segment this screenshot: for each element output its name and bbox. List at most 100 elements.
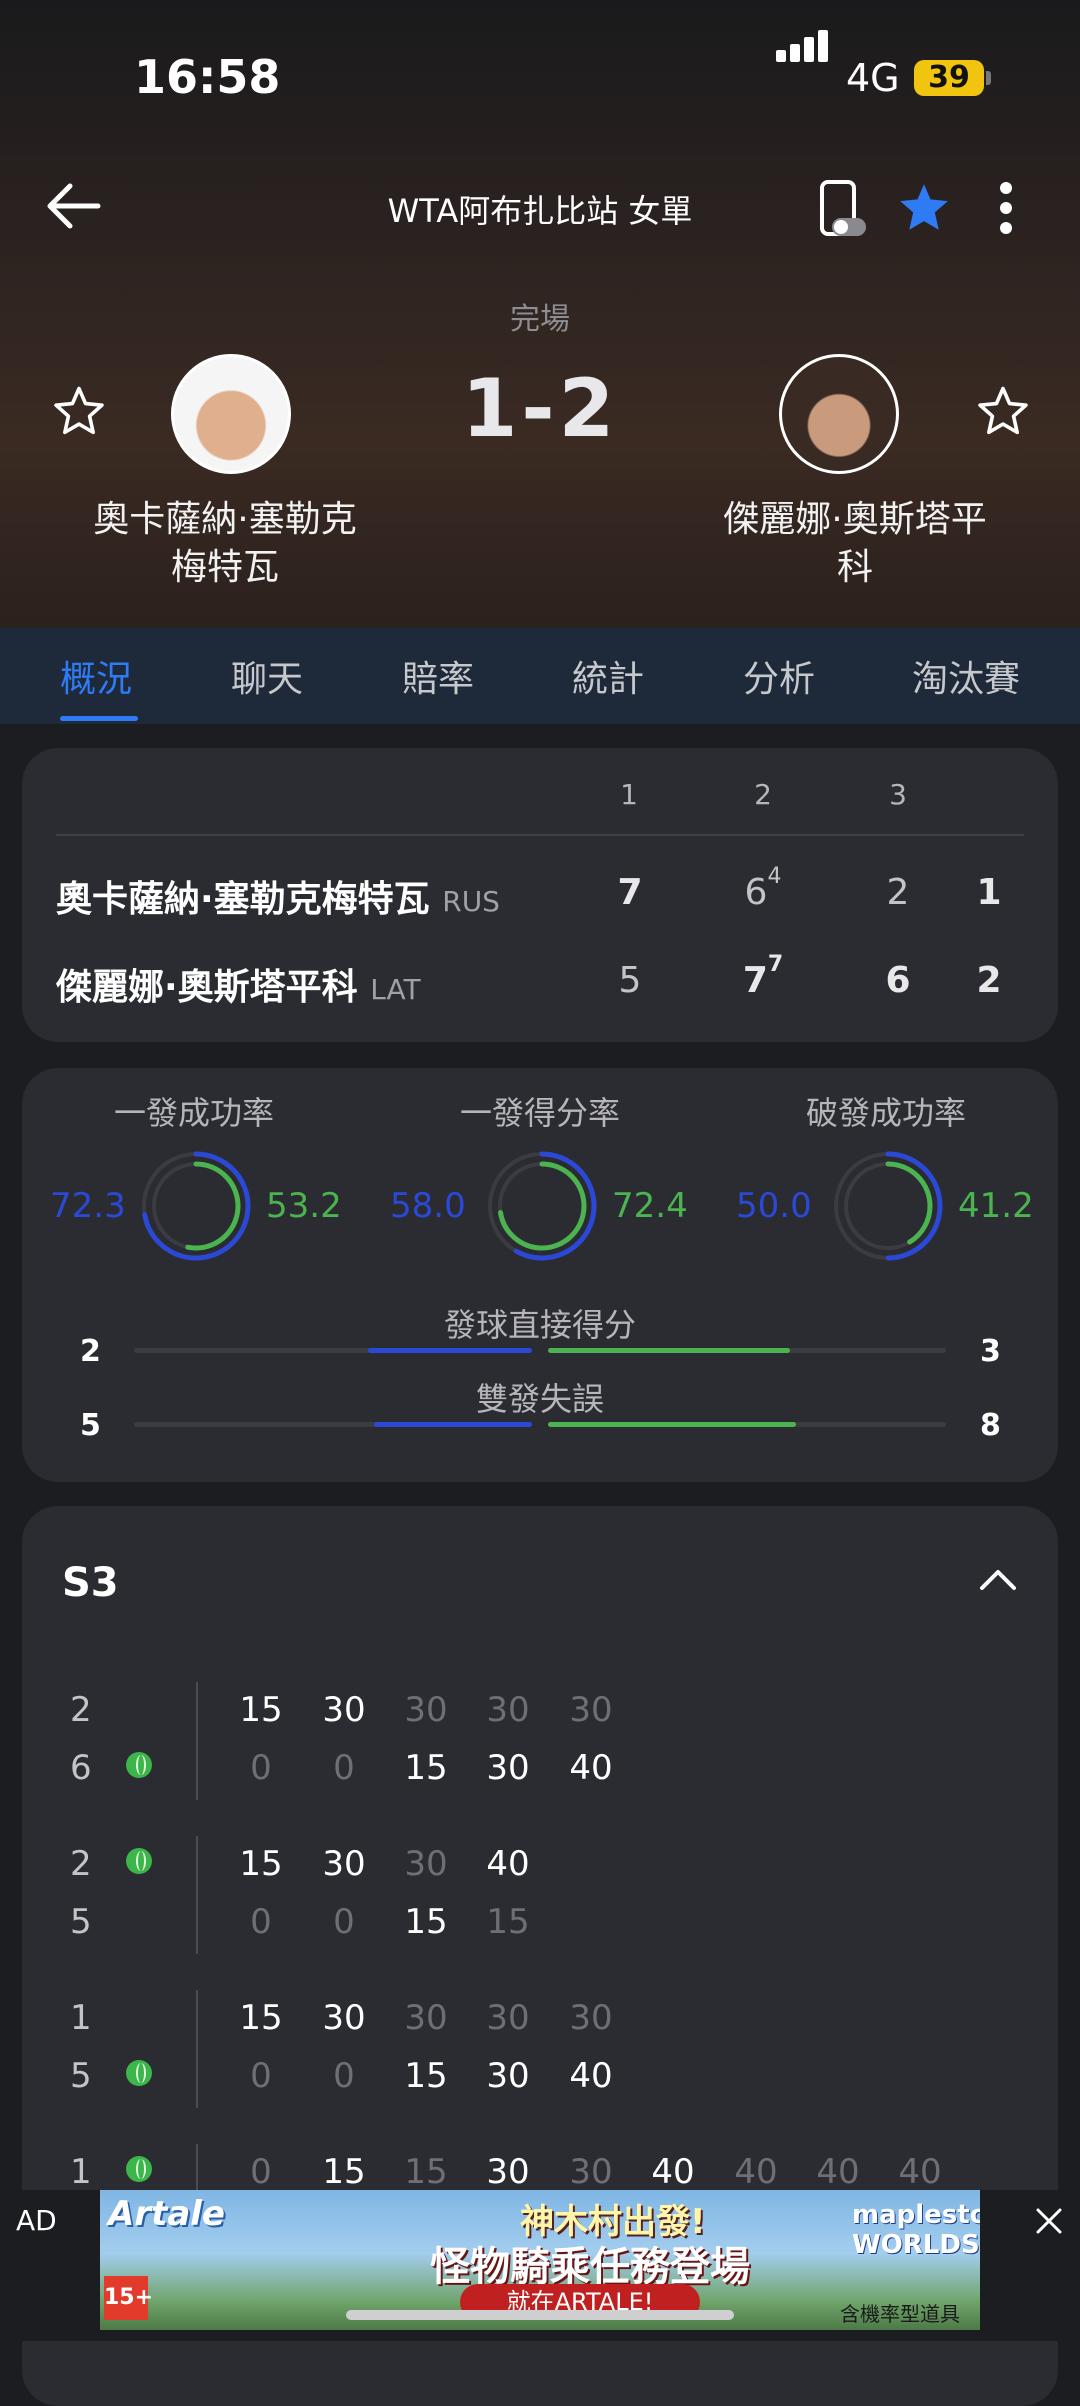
tab-stats[interactable]: 統計 <box>572 650 644 702</box>
tennis-ball-icon <box>126 1848 152 1874</box>
set-header-2: 2 <box>754 778 772 811</box>
row-left-set2-games: 6 <box>744 872 768 913</box>
game4-pt2: 15 <box>322 2152 366 2192</box>
game3-divider <box>196 1990 198 2108</box>
game3-bottom-pt2: 0 <box>333 2056 355 2096</box>
tab-analysis[interactable]: 分析 <box>743 650 815 702</box>
scoreboard-divider <box>56 834 1024 836</box>
game2-top-pt4: 40 <box>486 1844 530 1884</box>
row-right-set3: 6 <box>885 960 911 1001</box>
row-right-set2-games: 7 <box>742 960 768 1001</box>
df-left-fill <box>374 1422 532 1427</box>
game4-divider <box>196 2144 198 2190</box>
game1-bottom-score: 6 <box>70 1748 92 1788</box>
game2-bottom-pt2: 0 <box>333 1902 355 1942</box>
row-left-set2-tiebreak: 4 <box>767 864 782 889</box>
game1-bottom-pt2: 0 <box>333 1748 355 1788</box>
ad-label: AD <box>16 2204 57 2237</box>
game2-top-pt2: 30 <box>322 1844 366 1884</box>
favorite-star-icon[interactable] <box>898 182 950 236</box>
network-type: 4G <box>846 56 900 100</box>
stat3-left-value: 50.0 <box>736 1186 812 1226</box>
stat2-right-value: 72.4 <box>612 1186 688 1226</box>
follow-right-star-icon[interactable] <box>976 385 1030 441</box>
game4-pt9: 40 <box>898 2152 942 2192</box>
player-right-avatar[interactable] <box>779 354 899 474</box>
row-left-set2: 64 <box>733 864 793 913</box>
game2-bottom-score: 5 <box>70 1902 92 1942</box>
set-header-1: 1 <box>620 778 638 811</box>
stat-label-break-points: 破發成功率 <box>805 1094 966 1132</box>
df-right-fill <box>548 1422 796 1427</box>
game1-top-pt2: 30 <box>322 1690 366 1730</box>
close-icon[interactable] <box>1034 2206 1064 2240</box>
ad-image[interactable]: Artale 神木村出發! 怪物騎乘任務登場 就在ARTALE! maplest… <box>100 2190 980 2330</box>
df-left-value: 5 <box>80 1408 101 1443</box>
ad-brand: Artale <box>108 2194 225 2234</box>
stat3-right-value: 41.2 <box>958 1186 1034 1226</box>
set-detail-title: S3 <box>62 1560 119 1606</box>
game4-pt8: 40 <box>816 2152 860 2192</box>
ad-fine-print: 含機率型道具 <box>840 2302 960 2326</box>
match-score: 1-2 <box>461 362 619 455</box>
tab-overview[interactable]: 概況 <box>60 650 132 702</box>
stat-label-first-serve-in: 一發成功率 <box>113 1094 274 1132</box>
df-right-value: 8 <box>980 1408 1001 1443</box>
back-arrow-icon[interactable] <box>42 176 112 236</box>
player-left-name[interactable]: 奧卡薩納·塞勒克 梅特瓦 <box>70 496 380 592</box>
chevron-up-icon[interactable] <box>978 1568 1018 1596</box>
player-right-name-line2: 科 <box>836 547 873 588</box>
ad-brand-logo: maplestory WORLDS <box>852 2200 980 2260</box>
row-right-set1: 5 <box>618 960 642 1001</box>
home-indicator <box>346 2310 734 2320</box>
game3-bottom-pt5: 40 <box>569 2056 613 2096</box>
player-left-name-line1: 奧卡薩納·塞勒克 <box>93 499 357 540</box>
game3-top-pt3: 30 <box>404 1998 448 2038</box>
more-menu-icon[interactable] <box>994 180 1018 240</box>
game3-bottom-pt3: 15 <box>404 2056 448 2096</box>
row-left-country: RUS <box>442 885 500 918</box>
bar-label-double-faults: 雙發失誤 <box>475 1380 604 1418</box>
battery-tip <box>986 71 991 85</box>
game1-top-pt4: 30 <box>486 1690 530 1730</box>
game3-top-pt5: 30 <box>569 1998 613 2038</box>
tab-odds[interactable]: 賠率 <box>402 650 474 702</box>
player-left-avatar[interactable] <box>171 354 291 474</box>
game3-bottom-pt4: 30 <box>486 2056 530 2096</box>
stat1-ring-chart <box>141 1151 251 1261</box>
game3-top-pt4: 30 <box>486 1998 530 2038</box>
stat1-left-value: 72.3 <box>50 1186 126 1226</box>
game1-divider <box>196 1682 198 1800</box>
game2-top-pt3: 30 <box>404 1844 448 1884</box>
game4-pt3: 15 <box>404 2152 448 2192</box>
row-right-set2: 77 <box>733 952 793 1001</box>
stat2-ring-chart <box>487 1151 597 1261</box>
stat2-left-value: 58.0 <box>390 1186 466 1226</box>
game2-top-score: 2 <box>70 1844 92 1884</box>
game1-top-pt1: 15 <box>239 1690 283 1730</box>
game2-bottom-pt4: 15 <box>486 1902 530 1942</box>
tab-knockout[interactable]: 淘汰賽 <box>912 650 1020 702</box>
game2-bottom-pt1: 0 <box>250 1902 272 1942</box>
tab-chat[interactable]: 聊天 <box>231 650 303 702</box>
tennis-ball-icon <box>126 2156 152 2182</box>
tab-bar: 概況 聊天 賠率 統計 分析 淘汰賽 <box>0 628 1080 724</box>
game1-bottom-pt1: 0 <box>250 1748 272 1788</box>
game1-bottom-pt3: 15 <box>404 1748 448 1788</box>
bar-label-aces: 發球直接得分 <box>443 1306 636 1344</box>
scoreboard-row-left-name: 奧卡薩納·塞勒克梅特瓦 RUS <box>56 870 500 922</box>
row-left-player: 奧卡薩納·塞勒克梅特瓦 <box>56 879 430 920</box>
phone-toggle-icon[interactable] <box>818 178 870 244</box>
game4-pt1: 0 <box>250 2152 272 2192</box>
follow-left-star-icon[interactable] <box>52 385 106 441</box>
aces-right-fill <box>548 1348 790 1353</box>
player-left-name-line2: 梅特瓦 <box>170 547 279 588</box>
game4-pt6: 40 <box>651 2152 695 2192</box>
game2-bottom-pt3: 15 <box>404 1902 448 1942</box>
game1-top-score: 2 <box>70 1690 92 1730</box>
tab-active-indicator <box>60 716 138 721</box>
game3-bottom-pt1: 0 <box>250 2056 272 2096</box>
game1-bottom-pt5: 40 <box>569 1748 613 1788</box>
row-right-set2-tiebreak: 7 <box>767 952 784 977</box>
player-right-name[interactable]: 傑麗娜·奧斯塔平 科 <box>700 496 1010 592</box>
